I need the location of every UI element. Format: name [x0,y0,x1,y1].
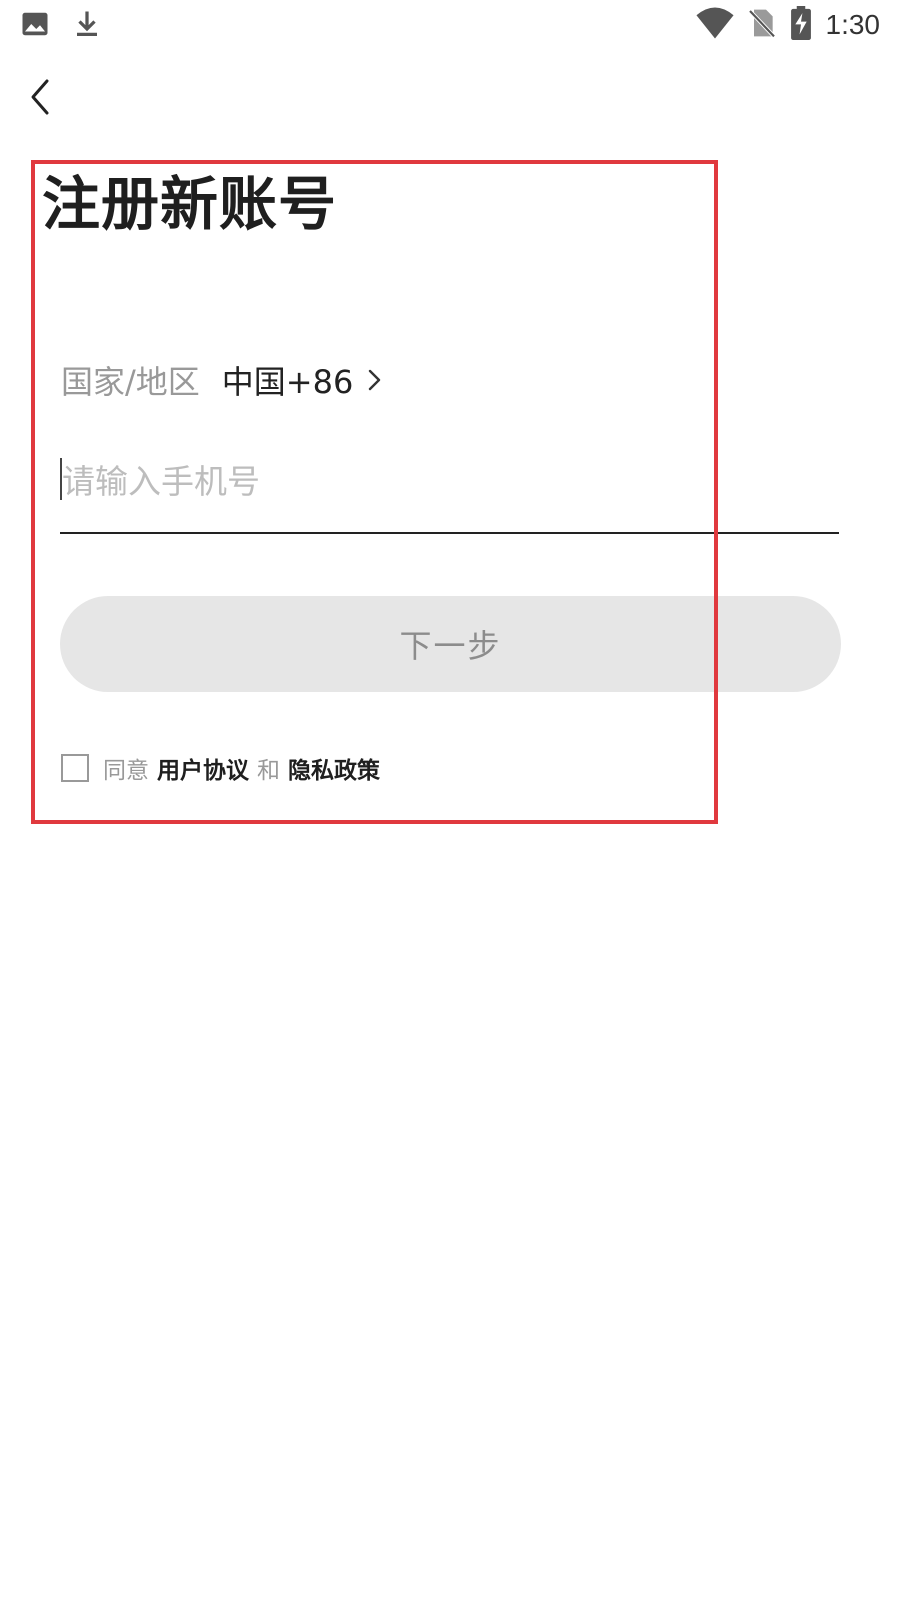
phone-field [60,452,839,534]
privacy-policy-link[interactable]: 隐私政策 [288,751,380,785]
back-button[interactable] [18,70,62,124]
download-icon [72,8,102,44]
wifi-icon [695,6,734,44]
register-screen: 1:30 注册新账号 国家/地区 中国+86 下一步 同意 用户协议 和 隐私政… [0,0,900,1600]
image-icon [20,9,50,43]
next-button[interactable]: 下一步 [60,596,841,692]
region-value: 中国+86 [221,363,354,401]
region-selector[interactable]: 国家/地区 中国+86 [61,358,383,402]
agree-checkbox[interactable] [61,754,89,782]
agreement-row: 同意 用户协议 和 隐私政策 [61,750,388,786]
agree-prefix: 同意 [103,758,149,784]
chevron-right-icon [367,368,383,392]
battery-charging-icon [790,6,812,44]
status-left-icons [20,8,102,44]
status-time: 1:30 [825,9,881,40]
phone-input[interactable] [60,456,822,506]
chevron-left-icon [31,79,49,115]
status-bar: 1:30 [0,0,900,50]
page-title: 注册新账号 [42,170,338,238]
region-label: 国家/地区 [61,363,200,401]
status-right-icons: 1:30 [695,6,881,44]
agree-conjunction: 和 [257,758,280,784]
user-agreement-link[interactable]: 用户协议 [157,751,249,785]
no-sim-icon [748,7,776,43]
